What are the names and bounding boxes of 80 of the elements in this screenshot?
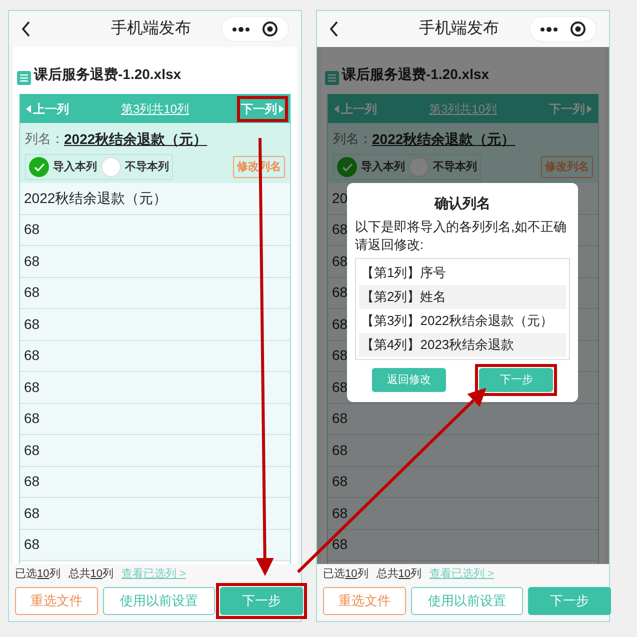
table-cell-text: 68 <box>332 314 348 334</box>
column-name-value: 2022秋结余退款（元） <box>64 130 208 149</box>
table-cell-text: 68 <box>24 314 40 334</box>
file-icon <box>17 71 31 85</box>
view-selected-link[interactable]: 查看已选列 > <box>430 566 494 582</box>
check-icon <box>342 162 352 172</box>
radio-button[interactable] <box>101 157 121 177</box>
radio-label: 不导本列 <box>433 160 477 175</box>
table-cell-text: 68 <box>332 409 348 428</box>
previous-column-button[interactable]: 上一列 <box>26 100 69 118</box>
dialog-message: 以下是即将导入的各列列名,如不正确请返回修改: <box>355 218 568 254</box>
footer-button[interactable]: 使用以前设置 <box>411 587 523 615</box>
capsule-menu[interactable] <box>221 16 289 42</box>
caret-left-icon <box>334 104 339 112</box>
radio-label: 导入本列 <box>361 160 405 175</box>
file-name: 课后服务退费-1.20.xlsx <box>34 65 182 84</box>
check-icon <box>34 162 44 172</box>
view-selected-link[interactable]: 查看已选列 > <box>122 566 186 582</box>
table-cell-text: 68 <box>332 504 348 523</box>
target-icon[interactable] <box>262 21 278 37</box>
footer-button[interactable]: 重选文件 <box>15 587 98 615</box>
table-cell-text: 20 <box>332 188 348 208</box>
table-cell-text: 68 <box>24 283 40 302</box>
column-name-value: 2022秋结余退款（元） <box>372 130 516 149</box>
footer-button[interactable]: 下一步 <box>220 587 303 615</box>
column-position-link[interactable]: 第3列共10列 <box>428 100 498 118</box>
caret-right-icon <box>587 104 592 112</box>
table-cell-text: 68 <box>24 472 40 492</box>
count-summary: 已选10列 <box>323 566 368 582</box>
caret-right-icon <box>279 104 284 112</box>
column-name-label: 列名： <box>333 130 372 148</box>
table-cell-text: 68 <box>332 346 348 366</box>
count-summary: 总共10列 <box>376 566 422 582</box>
footer-button[interactable]: 下一步 <box>528 587 611 615</box>
table-cell-text: 68 <box>332 378 348 397</box>
dialog-title: 确认列名 <box>433 194 492 213</box>
dialog-button[interactable]: 下一步 <box>479 368 554 392</box>
table-cell-text: 68 <box>24 346 40 366</box>
next-column-button[interactable]: 下一列 <box>549 100 592 118</box>
target-icon[interactable] <box>570 21 586 37</box>
next-column-button[interactable]: 下一列 <box>241 100 284 118</box>
previous-column-button[interactable]: 上一列 <box>334 100 377 118</box>
capsule-menu[interactable] <box>529 16 597 42</box>
table-cell-text: 68 <box>24 440 40 460</box>
table-cell-text: 68 <box>24 409 40 428</box>
table-cell-text: 68 <box>332 440 348 460</box>
page-title: 手机端发布 <box>111 18 191 39</box>
table-cell-text: 68 <box>332 252 348 271</box>
radio-button[interactable] <box>337 157 357 177</box>
more-icon[interactable] <box>232 26 250 32</box>
footer-button[interactable]: 重选文件 <box>323 587 406 615</box>
table-cell-text: 68 <box>332 283 348 302</box>
table-cell-text: 68 <box>24 504 40 523</box>
list-item: 【第4列】2023秋结余退款 <box>359 333 566 357</box>
file-name: 课后服务退费-1.20.xlsx <box>342 65 490 84</box>
footer-button[interactable]: 使用以前设置 <box>103 587 215 615</box>
table-cell-text: 68 <box>24 535 40 554</box>
count-summary: 总共10列 <box>68 566 114 582</box>
list-item: 【第2列】姓名 <box>359 285 566 309</box>
table-cell-text: 68 <box>24 220 40 240</box>
page-title: 手机端发布 <box>419 18 499 39</box>
dialog-button[interactable]: 返回修改 <box>372 368 446 392</box>
table-cell-text: 68 <box>24 252 40 271</box>
more-icon[interactable] <box>540 26 558 32</box>
radio-label: 导入本列 <box>53 160 97 175</box>
rename-column-button[interactable]: 修改列名 <box>541 156 593 178</box>
table-cell-text: 68 <box>332 535 348 554</box>
table-cell-text: 68 <box>332 220 348 240</box>
table-cell-text: 68 <box>332 472 348 492</box>
back-icon[interactable] <box>21 21 31 37</box>
file-icon <box>325 71 339 85</box>
back-icon[interactable] <box>329 21 339 37</box>
radio-label: 不导本列 <box>125 160 169 175</box>
column-name-label: 列名： <box>25 130 64 148</box>
table-cell-text: 68 <box>24 378 40 397</box>
column-position-link[interactable]: 第3列共10列 <box>120 100 190 118</box>
table-cell-text: 2022秋结余退款（元） <box>24 188 168 208</box>
caret-left-icon <box>26 104 31 112</box>
count-summary: 已选10列 <box>15 566 60 582</box>
radio-button[interactable] <box>29 157 49 177</box>
